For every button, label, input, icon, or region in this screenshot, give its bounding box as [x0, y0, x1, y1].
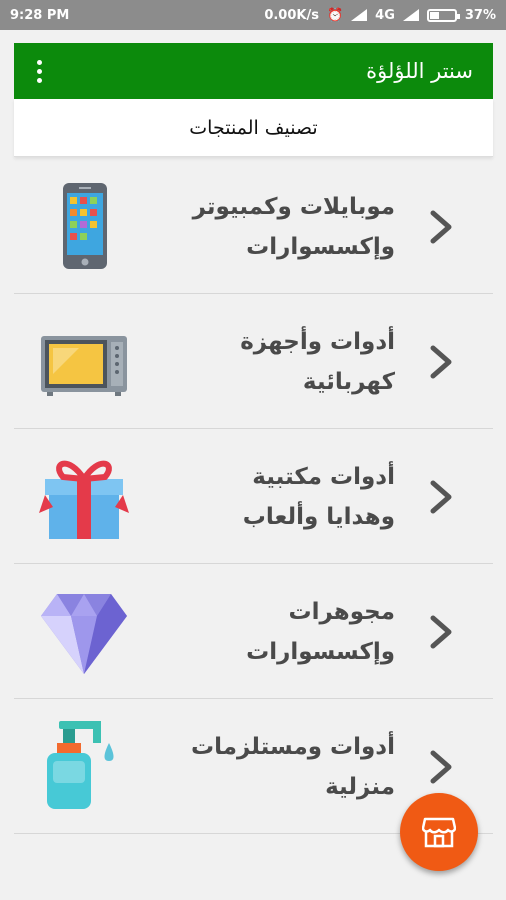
category-item-stationery-gifts[interactable]: أدوات مكتبية وهدايا وألعاب — [14, 429, 493, 564]
smartphone-icon — [63, 183, 107, 269]
chevron-right-icon — [430, 345, 452, 379]
diamond-icon — [41, 594, 127, 674]
chevron-right-icon — [430, 615, 452, 649]
signal-icon — [351, 9, 368, 21]
network-type: 4G — [375, 7, 395, 23]
overflow-menu-icon[interactable] — [34, 59, 44, 83]
status-time: 9:28 PM — [10, 7, 70, 23]
status-bar: 9:28 PM 0.00K/s ⏰ 4G 37% — [0, 0, 506, 30]
category-label: مجوهرات وإكسسوارات — [246, 598, 395, 665]
alarm-icon: ⏰ — [326, 7, 344, 23]
network-speed: 0.00K/s — [264, 7, 319, 23]
section-title: تصنيف المنتجات — [189, 116, 318, 139]
app-bar: سنتر اللؤلؤة — [14, 43, 493, 99]
chevron-right-icon — [430, 210, 452, 244]
category-label: أدوات ومستلزمات منزلية — [190, 733, 395, 800]
store-icon — [422, 817, 456, 848]
signal-icon-2 — [402, 9, 419, 21]
category-item-mobiles[interactable]: موبايلات وكمبيوتر وإكسسوارات — [14, 159, 493, 294]
microwave-icon — [41, 336, 127, 396]
battery-icon — [426, 8, 460, 22]
status-right: 0.00K/s ⏰ 4G 37% — [264, 8, 496, 23]
category-label: أدوات مكتبية وهدايا وألعاب — [242, 463, 395, 530]
category-label: أدوات وأجهزة كهربائية — [240, 328, 395, 395]
category-item-electrical[interactable]: أدوات وأجهزة كهربائية — [14, 294, 493, 429]
battery-percent: 37% — [464, 7, 496, 23]
chevron-right-icon — [430, 480, 452, 514]
category-list: موبايلات وكمبيوتر وإكسسوارات أدوات وأجهزة… — [14, 159, 493, 834]
category-item-jewelry[interactable]: مجوهرات وإكسسوارات — [14, 564, 493, 699]
soap-dispenser-icon — [47, 721, 114, 809]
gift-icon — [39, 460, 129, 539]
section-header: تصنيف المنتجات — [14, 99, 493, 157]
app-title: سنتر اللؤلؤة — [366, 59, 473, 83]
chevron-right-icon — [430, 750, 452, 784]
category-label: موبايلات وكمبيوتر وإكسسوارات — [192, 193, 395, 260]
store-fab-button[interactable] — [400, 793, 478, 871]
